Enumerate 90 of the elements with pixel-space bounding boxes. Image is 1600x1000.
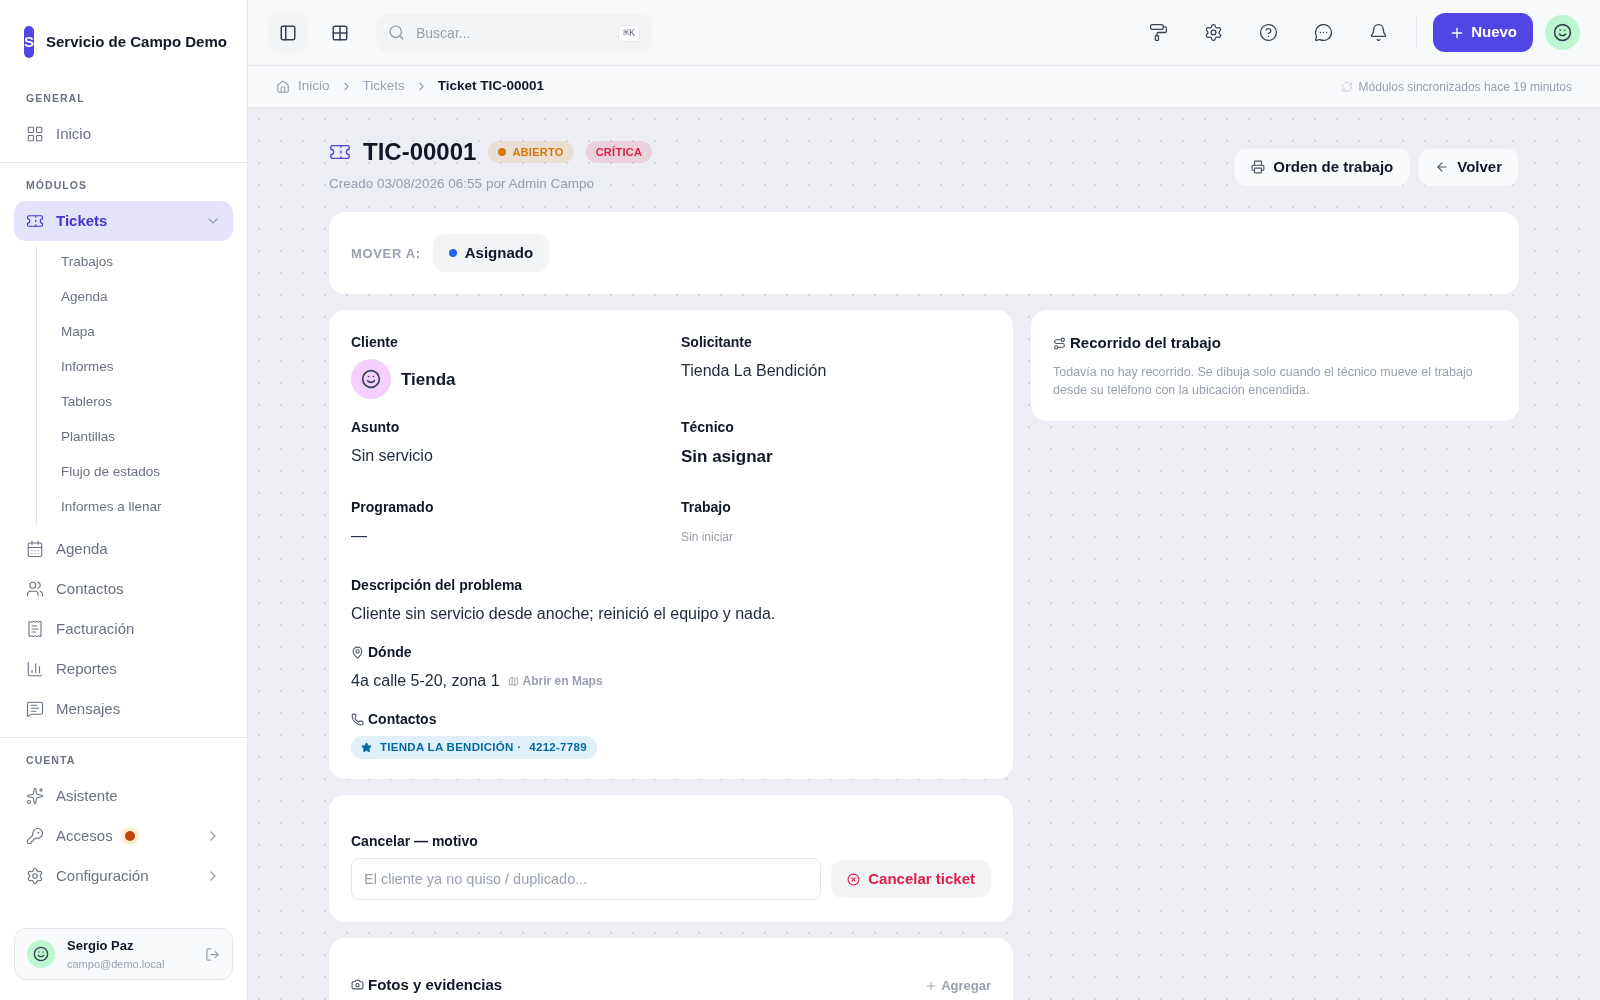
field-value: Tienda La Bendición — [681, 362, 827, 380]
user-name: Sergio Paz — [67, 937, 135, 955]
field-label: Solicitante — [681, 333, 752, 353]
sidebar-item[interactable]: Inicio — [14, 114, 233, 154]
field-value: Sin asignar — [681, 447, 773, 467]
user-card[interactable]: Sergio Paz campo@demo.local — [14, 928, 233, 980]
sidebar-item-icon — [26, 540, 44, 558]
sync-status: Módulos sincronizados hace 19 minutos — [1358, 78, 1572, 96]
contact-chip[interactable]: TIENDA LA BENDICIÓN · 4212-7789 — [351, 736, 597, 760]
photos-title: Fotos y evidencias — [368, 975, 503, 996]
work-order-button[interactable]: Orden de trabajo — [1234, 148, 1411, 186]
sidebar-item[interactable]: Contactos — [14, 569, 233, 609]
label-icon — [351, 713, 364, 727]
breadcrumb-link[interactable]: Inicio — [298, 76, 330, 97]
map-icon — [507, 675, 519, 687]
sidebar-item-icon — [26, 660, 44, 678]
status-badge: CRÍTICA — [585, 141, 653, 163]
sidebar-item-icon — [26, 212, 44, 230]
submenu-item[interactable]: Trabajos — [37, 245, 247, 280]
section-heading: CUENTA — [25, 753, 77, 769]
sidebar-item-icon — [26, 620, 44, 638]
cancel-reason-field[interactable]: El cliente ya no quiso / duplicado... — [351, 858, 822, 901]
section-heading: MÓDULOS — [25, 178, 88, 194]
field-value: Tienda — [401, 368, 456, 391]
sidebar-item[interactable]: Tickets — [14, 201, 233, 241]
sidebar-item[interactable]: Agenda — [14, 529, 233, 569]
created-info: Creado 03/08/2026 06:55 por Admin Campo — [329, 175, 595, 193]
sync-icon — [1340, 80, 1353, 93]
sidebar-item[interactable]: Accesos — [14, 816, 233, 856]
sidebar-item-icon — [26, 700, 44, 718]
sidebar-item[interactable]: Reportes — [14, 649, 233, 689]
plus-icon — [925, 980, 938, 992]
address-text: 4a calle 5-20, zona 1 — [351, 671, 500, 692]
sidebar-toggle-button[interactable] — [268, 12, 308, 53]
description-text: Cliente sin servicio desde anoche; reinició el equipo y nada. — [351, 605, 776, 623]
field-label: Dónde — [368, 643, 412, 663]
field-label: Contactos — [368, 710, 437, 730]
field-label: Cancelar — motivo — [351, 832, 478, 852]
sidebar-item[interactable]: Mensajes — [14, 689, 233, 729]
app-logo: S — [24, 26, 34, 58]
new-button[interactable]: Nuevo — [1433, 13, 1533, 52]
submenu-item[interactable]: Informes — [37, 350, 247, 385]
submenu-item[interactable]: Tableros — [37, 385, 247, 420]
user-avatar[interactable] — [1545, 15, 1580, 50]
field-label: Técnico — [681, 418, 734, 438]
submenu-item[interactable]: Mapa — [37, 315, 247, 350]
submenu-item[interactable]: Flujo de estados — [37, 455, 247, 490]
route-icon — [1053, 337, 1066, 350]
field-label: Programado — [351, 498, 434, 518]
user-avatar — [27, 940, 55, 968]
field-label: Descripción del problema — [351, 576, 523, 596]
client-avatar — [351, 359, 391, 400]
add-photo-button[interactable]: Agregar — [925, 976, 991, 996]
x-circle-icon — [847, 872, 861, 886]
camera-icon — [351, 978, 364, 992]
status-option-button[interactable]: Asignado — [432, 234, 550, 273]
printer-icon — [1251, 160, 1266, 174]
user-email: campo@demo.local — [67, 956, 166, 972]
submenu-item[interactable]: Informes a llenar — [37, 490, 247, 525]
move-label: MOVER A: — [351, 244, 421, 263]
sidebar-item-icon — [26, 125, 44, 143]
submenu-item[interactable]: Plantillas — [37, 420, 247, 455]
sidebar-item-icon — [26, 580, 44, 598]
sidebar-item-icon — [26, 787, 44, 805]
section-heading: GENERAL — [25, 91, 86, 107]
field-label: Cliente — [351, 333, 398, 353]
submenu-item[interactable]: Agenda — [37, 280, 247, 315]
sidebar-panel-icon — [279, 23, 297, 42]
search-icon — [388, 23, 405, 41]
sidebar-item-icon — [26, 867, 44, 885]
grid-icon — [331, 23, 349, 42]
sidebar-item[interactable]: Facturación — [14, 609, 233, 649]
cancel-ticket-button[interactable]: Cancelar ticket — [831, 860, 991, 899]
sidebar-item-icon — [26, 827, 44, 845]
back-button[interactable]: Volver — [1418, 148, 1519, 186]
sidebar-item[interactable]: Asistente — [14, 776, 233, 816]
label-icon — [351, 646, 364, 660]
route-message: Todavía no hay recorrido. Se dibuja solo cuando el técnico mueve el trabajo desde su teléfono con la ubicación encendida. — [1053, 363, 1474, 399]
ticket-id: TIC-00001 — [363, 137, 477, 167]
home-icon — [276, 79, 290, 94]
field-value: — — [351, 527, 367, 545]
sidebar-item[interactable]: Configuración — [14, 856, 233, 896]
status-badge: ABIERTO — [488, 141, 574, 163]
route-title: Recorrido del trabajo — [1070, 333, 1221, 354]
app-name: Servicio de Campo Demo — [46, 31, 227, 52]
field-value: Sin servicio — [351, 447, 433, 465]
maps-link[interactable]: Abrir en Maps — [507, 672, 603, 691]
field-label: Asunto — [351, 418, 400, 438]
field-label: Trabajo — [681, 498, 731, 518]
field-value: Sin iniciar — [681, 530, 734, 545]
